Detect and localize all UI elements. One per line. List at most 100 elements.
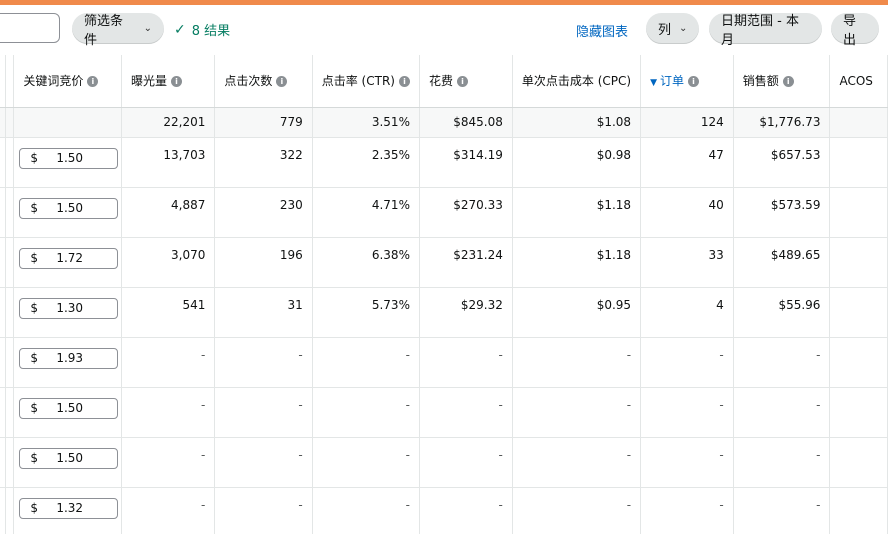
table-cell: - [121, 387, 216, 438]
columns-button[interactable]: 列 ⌄ [646, 13, 699, 44]
bid-value: 1.50 [56, 201, 84, 215]
row-stub [5, 237, 15, 288]
summary-cell: $1,776.73 [733, 107, 831, 138]
summary-cell: 22,201 [121, 107, 216, 138]
bid-cell: $1.93 [13, 337, 122, 388]
table-cell [829, 387, 888, 438]
table-cell: 2.35% [312, 137, 420, 188]
result-count: ✓ 8 结果 [174, 20, 230, 40]
bid-cell: $1.32 [13, 487, 122, 534]
bid-input[interactable]: $1.50 [19, 397, 119, 419]
bid-input[interactable]: $1.72 [19, 247, 119, 269]
header-label: 点击次数 [224, 74, 273, 89]
info-icon[interactable]: i [688, 76, 699, 88]
chevron-down-icon: ⌄ [679, 23, 688, 34]
info-icon[interactable]: i [398, 76, 410, 88]
table-row: $1.30 541 31 5.73% $29.32 $0.95 4 $55.96 [0, 287, 888, 338]
table-cell: $657.53 [733, 137, 831, 188]
export-button[interactable]: 导出 [831, 13, 879, 48]
date-range-button[interactable]: 日期范围 - 本月 [709, 13, 822, 48]
summary-cell: 124 [640, 107, 734, 138]
table-row: $1.50 13,703 322 2.35% $314.19 $0.98 47 $657.53 [0, 137, 888, 188]
table-cell: - [214, 437, 313, 488]
table-cell: 4,887 [121, 187, 216, 238]
header-sales[interactable]: 销售额 i [733, 55, 831, 108]
table-cell: - [419, 487, 513, 534]
bid-input[interactable]: $1.32 [19, 497, 119, 519]
info-icon[interactable]: i [276, 76, 288, 88]
table-row: $1.50- - - - - - - [0, 387, 888, 438]
table-cell: - [512, 437, 642, 488]
bid-input[interactable]: $1.50 [19, 147, 119, 169]
header-label: 点击率 (CTR) [321, 74, 395, 89]
table-cell: - [121, 487, 216, 534]
header-clicks[interactable]: 点击次数 i [214, 55, 313, 108]
table-cell: - [733, 487, 831, 534]
table-cell [829, 187, 888, 238]
keyword-table: 关键词竞价 i 曝光量 i 点击次数 i 点击率 (CTR) i 花费 i 单次点击成本 … [0, 55, 888, 534]
row-stub [5, 137, 15, 188]
info-icon[interactable]: i [782, 76, 794, 88]
table-cell: $0.95 [512, 287, 642, 338]
info-icon[interactable]: i [456, 76, 468, 88]
currency-symbol: $ [30, 501, 38, 515]
info-icon[interactable]: i [87, 76, 99, 88]
summary-row: 22,201 779 3.51% $845.08 $1.08 124 $1,77… [0, 107, 888, 138]
header-bid[interactable]: 关键词竞价 i [13, 55, 122, 108]
table-cell [829, 337, 888, 388]
table-cell: - [640, 487, 734, 534]
table-cell: - [640, 337, 734, 388]
row-stub [5, 437, 15, 488]
bid-value: 1.72 [56, 251, 84, 265]
table-cell: $29.32 [419, 287, 513, 338]
header-spend[interactable]: 花费 i [419, 55, 513, 108]
header-orders[interactable]: ▼ 订单 i [640, 55, 734, 108]
header-ctr[interactable]: 点击率 (CTR) i [312, 55, 420, 108]
table-cell: $573.59 [733, 187, 831, 238]
summary-cell [13, 107, 122, 138]
filter-button[interactable]: 筛选条件 ⌄ [72, 13, 164, 48]
table-row: $1.50- - - - - - - [0, 437, 888, 488]
table-cell: - [512, 387, 642, 438]
header-acos[interactable]: ACOS [829, 55, 888, 108]
header-row: 关键词竞价 i 曝光量 i 点击次数 i 点击率 (CTR) i 花费 i 单次点击成本 … [0, 55, 888, 108]
hide-chart-link[interactable]: 隐藏图表 [576, 21, 628, 40]
bid-value: 1.32 [56, 501, 84, 515]
bid-input[interactable]: $1.50 [19, 197, 119, 219]
table-cell: - [214, 337, 313, 388]
table-cell: $270.33 [419, 187, 513, 238]
table-cell: - [121, 437, 216, 488]
table-cell: 322 [214, 137, 313, 188]
table-cell: - [733, 387, 831, 438]
sort-desc-icon: ▼ [650, 78, 657, 89]
summary-cell [829, 107, 888, 138]
table-body: $1.50 13,703 322 2.35% $314.19 $0.98 47 $657.53… [0, 137, 888, 534]
table-cell: 4 [640, 287, 734, 338]
currency-symbol: $ [30, 151, 38, 165]
header-label: 销售额 [742, 74, 779, 89]
row-stub [5, 107, 15, 138]
table-cell [829, 487, 888, 534]
table-row: $1.50 4,887 230 4.71% $270.33 $1.18 40 $573.59 [0, 187, 888, 238]
table-cell: - [312, 387, 420, 438]
bid-value: 1.50 [56, 451, 84, 465]
table-cell: 31 [214, 287, 313, 338]
header-label: 关键词竞价 [23, 74, 84, 89]
header-stub [5, 55, 15, 108]
check-icon: ✓ [174, 21, 186, 38]
row-stub [5, 487, 15, 534]
bid-cell: $1.72 [13, 237, 122, 288]
date-range-label: 日期范围 - 本月 [721, 13, 799, 48]
bid-value: 1.50 [56, 151, 84, 165]
bid-input[interactable]: $1.50 [19, 447, 119, 469]
info-icon[interactable]: i [171, 76, 183, 88]
header-impressions[interactable]: 曝光量 i [121, 55, 216, 108]
bid-input[interactable]: $1.30 [19, 297, 119, 319]
bid-input[interactable]: $1.93 [19, 347, 119, 369]
search-input[interactable] [0, 13, 60, 43]
table-cell: 196 [214, 237, 313, 288]
table-cell: 47 [640, 137, 734, 188]
header-cpc[interactable]: 单次点击成本 (CPC) [512, 55, 642, 108]
bid-cell: $1.50 [13, 137, 122, 188]
bid-cell: $1.30 [13, 287, 122, 338]
